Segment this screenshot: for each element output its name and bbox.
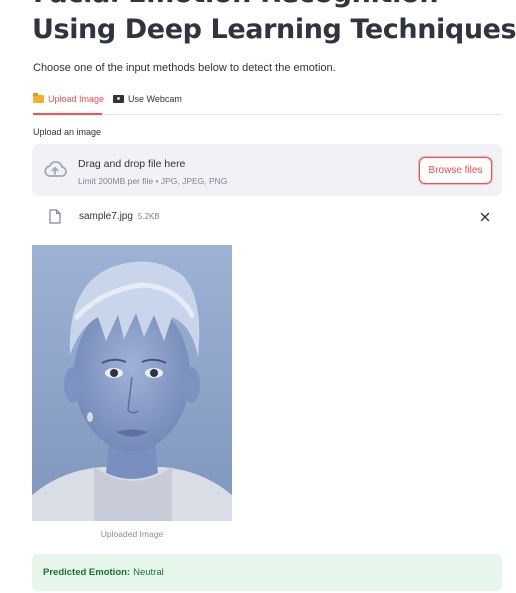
file-name: sample7.jpg 5.2KB <box>79 211 160 222</box>
prediction-alert: Predicted Emotion: Neutral <box>32 554 502 591</box>
file-name-text: sample7.jpg <box>79 211 133 222</box>
webcam-icon <box>113 95 124 103</box>
folder-icon <box>33 93 44 103</box>
tab-use-webcam-label: Use Webcam <box>128 94 182 104</box>
face-photo <box>32 245 232 521</box>
image-caption: Uploaded Image <box>100 529 164 539</box>
dropzone-instruction: Drag and drop file here <box>78 158 186 170</box>
dropzone-limit: Limit 200MB per file • JPG, JPEG, PNG <box>78 176 228 186</box>
active-tab-indicator <box>33 113 102 115</box>
uploader-label: Upload an image <box>33 127 102 137</box>
tab-use-webcam[interactable]: Use Webcam <box>113 94 182 104</box>
page-subtitle: Choose one of the input methods below to… <box>33 62 336 74</box>
file-icon <box>49 209 61 224</box>
uploaded-image <box>32 245 232 521</box>
browse-files-button[interactable]: Browse files <box>419 157 492 184</box>
prediction-value: Neutral <box>133 567 164 578</box>
clipped-title: Facial Emotion Recognition <box>33 0 503 8</box>
tab-upload-image-label: Upload Image <box>48 94 105 104</box>
close-icon[interactable] <box>478 210 492 224</box>
page-title: Using Deep Learning Techniques <box>32 14 516 45</box>
file-size: 5.2KB <box>137 212 160 221</box>
file-dropzone[interactable]: Drag and drop file here Limit 200MB per … <box>32 144 502 196</box>
cloud-upload-icon <box>44 160 67 177</box>
prediction-label: Predicted Emotion: <box>43 567 131 578</box>
uploaded-file-row: sample7.jpg 5.2KB <box>32 206 502 230</box>
tab-upload-image[interactable]: Upload Image <box>33 93 105 104</box>
input-method-tabs: Upload Image Use Webcam <box>33 92 502 115</box>
